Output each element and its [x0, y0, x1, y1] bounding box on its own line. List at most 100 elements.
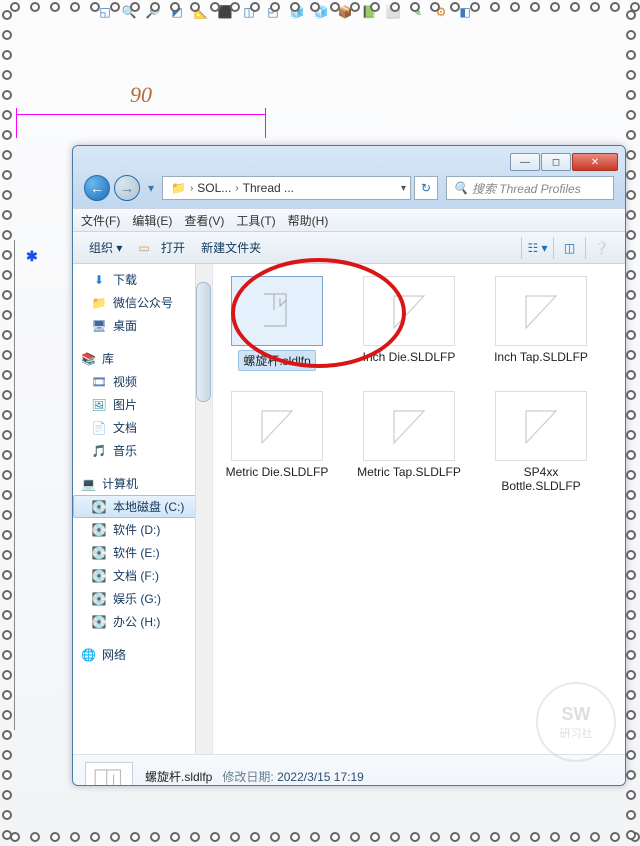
file-thumbnail [363, 276, 455, 346]
computer-header[interactable]: 💻计算机 [73, 472, 212, 495]
address-bar[interactable]: 📁 › SOL... › Thread ... ▾ [162, 176, 411, 200]
search-input[interactable]: 🔍 搜索 Thread Profiles [446, 176, 614, 200]
new-folder-button[interactable]: 新建文件夹 [193, 235, 269, 260]
details-filename: 螺旋杆.sldlfp [145, 770, 212, 784]
nav-scrollbar[interactable] [195, 264, 212, 754]
details-pane: 螺旋杆.sldlfp 修改日期: 2022/3/15 17:19 SLDLFP … [73, 754, 625, 786]
tool-icon[interactable]: ⬜ [383, 2, 403, 22]
tool-icon[interactable]: 🧊 [311, 2, 331, 22]
view-button[interactable]: ☷ ▾ [521, 237, 553, 259]
sketch-outline [14, 240, 76, 730]
tool-icon[interactable]: ⚙ [431, 2, 451, 22]
tool-icon[interactable]: ◱ [95, 2, 115, 22]
file-item[interactable]: Inch Tap.SLDLFP [489, 276, 593, 371]
tool-icon[interactable]: ⬛ [215, 2, 235, 22]
tool-icon[interactable]: ◧ [455, 2, 475, 22]
origin-marker: ✱ [26, 248, 38, 265]
file-name: 螺旋杆.sldlfp [238, 350, 315, 371]
nav-item[interactable]: 💽 软件 (E:) [73, 541, 212, 564]
menu-edit[interactable]: 编辑(E) [132, 212, 172, 229]
back-button[interactable]: ← [84, 175, 110, 201]
breadcrumb-seg[interactable]: Thread ... [239, 181, 298, 195]
file-thumbnail [231, 391, 323, 461]
cad-toolbar: ◱ 🔍 🔎 ◩ 📐 ⬛ ◫ ◰ 🧊 🧊 📦 📗 ⬜ ✎ ⚙ ◧ [95, 2, 475, 22]
file-name: Inch Tap.SLDLFP [494, 350, 588, 364]
file-item[interactable]: Inch Die.SLDLFP [357, 276, 461, 371]
file-thumbnail [231, 276, 323, 346]
nav-item-label: 音乐 [113, 442, 137, 459]
nav-item-label: 下载 [113, 271, 137, 288]
tool-icon[interactable]: ◩ [167, 2, 187, 22]
tool-icon[interactable]: ◰ [263, 2, 283, 22]
tool-icon[interactable]: 📗 [359, 2, 379, 22]
minimize-button[interactable]: — [510, 153, 540, 171]
nav-item[interactable]: ⬇ 下载 [73, 268, 212, 291]
nav-item[interactable]: 📁 微信公众号 [73, 291, 212, 314]
nav-item-label: 娱乐 (G:) [113, 590, 161, 607]
search-icon: 🔍 [453, 181, 468, 195]
file-name: Metric Die.SLDLFP [226, 465, 329, 479]
nav-item-label: 文档 [113, 419, 137, 436]
forward-button[interactable]: → [114, 175, 140, 201]
organize-button[interactable]: 组织 ▾ [81, 235, 130, 260]
drive-icon: ⬇ [91, 272, 107, 288]
maximize-button[interactable]: ◻ [541, 153, 571, 171]
title-bar[interactable]: — ◻ ✕ [78, 151, 620, 173]
file-item[interactable]: 螺旋杆.sldlfp [225, 276, 329, 371]
tool-icon[interactable]: 📦 [335, 2, 355, 22]
file-thumbnail [495, 276, 587, 346]
history-dropdown[interactable]: ▾ [144, 178, 158, 198]
tool-icon[interactable]: ✎ [407, 2, 427, 22]
nav-item-label: 桌面 [113, 317, 137, 334]
nav-item[interactable]: 💽本地磁盘 (C:) [73, 495, 212, 518]
nav-item[interactable]: 💽软件 (D:) [73, 518, 212, 541]
nav-item-label: 软件 (E:) [113, 544, 160, 561]
close-button[interactable]: ✕ [572, 153, 618, 171]
drive-icon: 💽 [91, 568, 107, 584]
nav-item[interactable]: 🎵音乐 [73, 439, 212, 462]
file-name: SP4xx Bottle.SLDLFP [489, 465, 593, 493]
file-thumbnail [363, 391, 455, 461]
menu-tools[interactable]: 工具(T) [236, 212, 275, 229]
help-button[interactable]: ❔ [585, 237, 617, 259]
addr-dropdown[interactable]: ▾ [401, 183, 406, 194]
file-item[interactable]: Metric Die.SLDLFP [225, 391, 329, 493]
nav-item-label: 微信公众号 [113, 294, 173, 311]
library-header[interactable]: 📚库 [73, 347, 212, 370]
open-button[interactable]: ▭ 打开 [130, 235, 193, 260]
file-item[interactable]: SP4xx Bottle.SLDLFP [489, 391, 593, 493]
dimension-line [16, 108, 266, 138]
menu-view[interactable]: 查看(V) [184, 212, 224, 229]
tool-icon[interactable]: ◫ [239, 2, 259, 22]
folder-icon: 📁 [167, 181, 190, 195]
drive-icon: 🎞 [91, 374, 107, 390]
tool-icon[interactable]: 🧊 [287, 2, 307, 22]
menu-help[interactable]: 帮助(H) [288, 212, 329, 229]
nav-item[interactable]: 💽 文档 (F:) [73, 564, 212, 587]
menu-file[interactable]: 文件(F) [81, 212, 120, 229]
preview-pane-button[interactable]: ◫ [553, 237, 585, 259]
nav-item[interactable]: 🎞视频 [73, 370, 212, 393]
nav-item[interactable]: 🖥 桌面 [73, 314, 212, 337]
file-list[interactable]: 螺旋杆.sldlfp Inch Die.SLDLFP Inch Tap.SLDLFP… [213, 264, 625, 754]
tool-icon[interactable]: 🔎 [143, 2, 163, 22]
network-header[interactable]: 🌐网络 [73, 643, 212, 666]
drive-icon: 🖥 [91, 318, 107, 334]
nav-item[interactable]: 💽娱乐 (G:) [73, 587, 212, 610]
nav-item[interactable]: 💽办公 (H:) [73, 610, 212, 633]
tool-icon[interactable]: 📐 [191, 2, 211, 22]
file-item[interactable]: Metric Tap.SLDLFP [357, 391, 461, 493]
details-thumbnail [85, 762, 133, 787]
command-bar: 组织 ▾ ▭ 打开 新建文件夹 ☷ ▾ ◫ ❔ [73, 232, 625, 264]
nav-item[interactable]: 📄文档 [73, 416, 212, 439]
refresh-button[interactable]: ↻ [414, 176, 438, 200]
drive-icon: 📁 [91, 295, 107, 311]
explorer-window: — ◻ ✕ ← → ▾ 📁 › SOL... › Thread ... ▾ ↻ … [72, 145, 626, 786]
nav-item-label: 图片 [113, 396, 137, 413]
nav-item-label: 文档 (F:) [113, 567, 159, 584]
nav-item[interactable]: 🖼图片 [73, 393, 212, 416]
search-placeholder: 搜索 Thread Profiles [472, 180, 581, 197]
breadcrumb-seg[interactable]: SOL... [193, 181, 235, 195]
drive-icon: 💽 [91, 545, 107, 561]
tool-icon[interactable]: 🔍 [119, 2, 139, 22]
